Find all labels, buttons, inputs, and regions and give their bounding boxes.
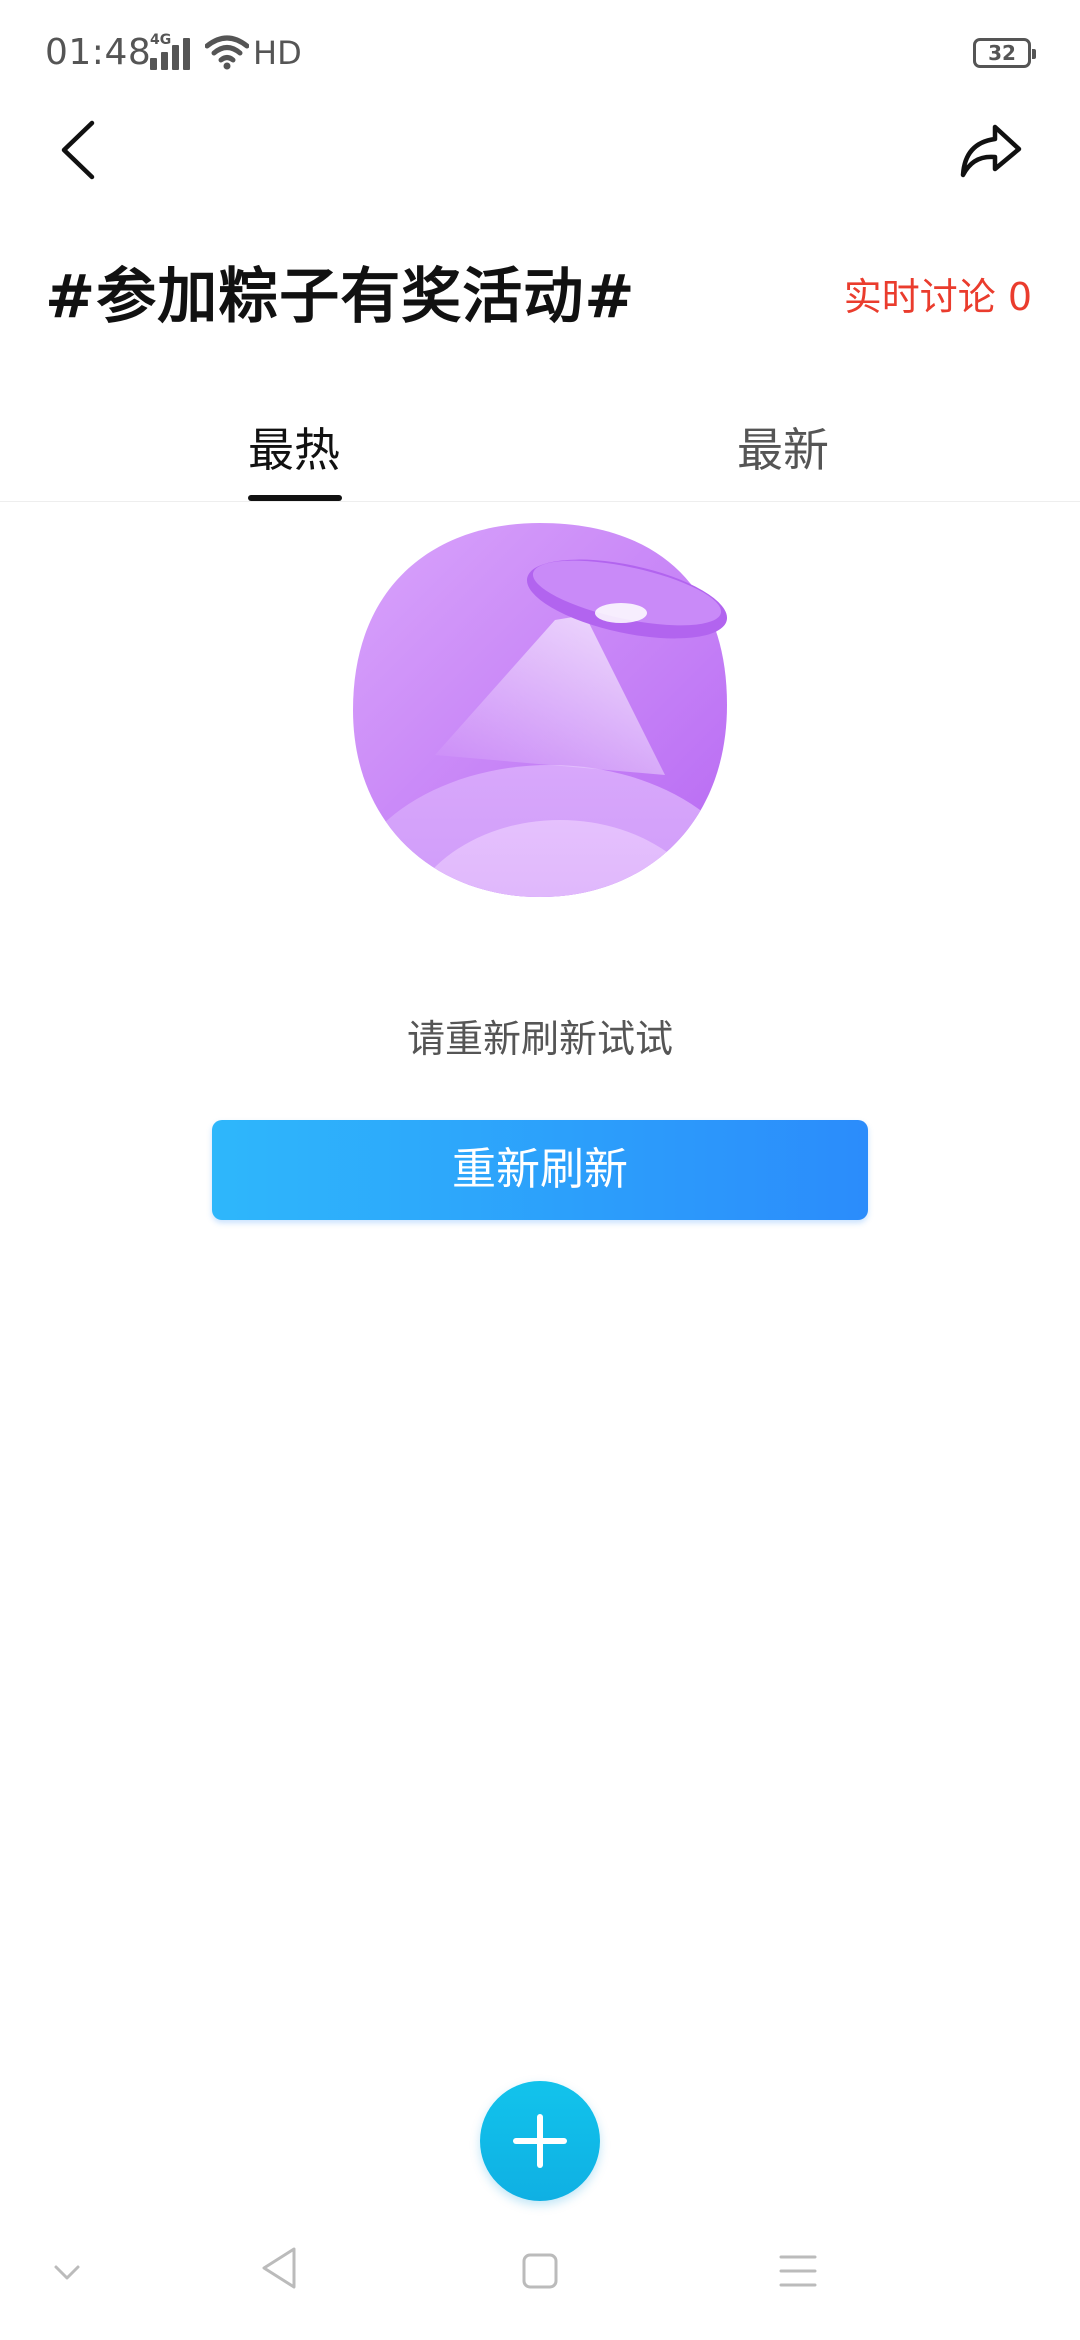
- empty-state-planet-illustration: [353, 523, 728, 897]
- tab-newest[interactable]: 最新: [737, 414, 829, 480]
- status-bar: 01:48 4G HD 32: [0, 0, 1080, 110]
- live-discussion-count[interactable]: 实时讨论 0: [844, 266, 1032, 321]
- nav-menu-icon[interactable]: [778, 2253, 818, 2289]
- system-nav-bar: [0, 2215, 1080, 2340]
- active-tab-indicator: [248, 495, 342, 501]
- empty-state-message: 请重新刷新试试: [406, 1017, 673, 1061]
- status-time: 01:48: [45, 32, 152, 73]
- nav-home-icon[interactable]: [520, 2251, 560, 2291]
- topic-page: 01:48 4G HD 32 #参加粽子有奖活动# 实时讨论 0 最热 最新 请…: [0, 0, 1080, 2340]
- add-post-fab[interactable]: [480, 2081, 600, 2201]
- hd-label: HD: [253, 34, 302, 72]
- refresh-button[interactable]: 重新刷新: [212, 1120, 868, 1220]
- collapse-nav-icon[interactable]: [52, 2263, 82, 2283]
- battery-icon: 32: [973, 38, 1036, 68]
- tab-hottest[interactable]: 最热: [248, 414, 340, 480]
- topic-title: #参加粽子有奖活动#: [45, 262, 636, 332]
- share-button[interactable]: [955, 115, 1025, 185]
- battery-level: 32: [988, 41, 1016, 65]
- tab-bar: 最热 最新: [0, 400, 1080, 502]
- network-type-label: 4G: [150, 32, 172, 48]
- back-button[interactable]: [52, 115, 112, 185]
- wifi-icon: [205, 35, 249, 70]
- cellular-signal-icon: 4G: [150, 32, 196, 70]
- nav-back-icon[interactable]: [258, 2245, 300, 2291]
